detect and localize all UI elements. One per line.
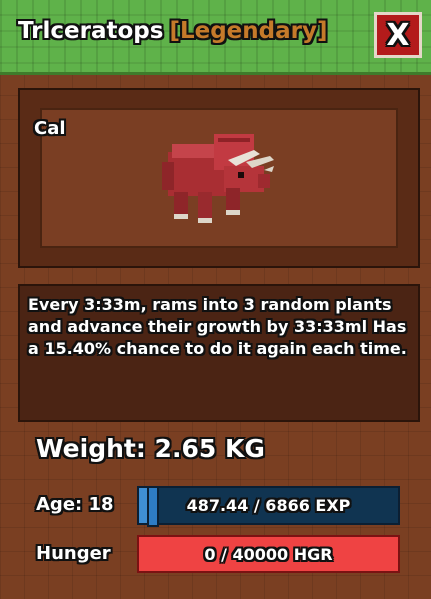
- exp-text: 487.44 / 6866 EXP: [186, 496, 351, 515]
- pet-species: Trlceratops: [18, 18, 164, 44]
- dino-foot-2: [198, 218, 212, 223]
- rarity-label: [Legendary]: [169, 18, 328, 44]
- dino-leg-2: [198, 192, 212, 220]
- dino-eye: [238, 172, 244, 178]
- dino-nose-horn: [264, 166, 274, 172]
- dino-leg-3: [226, 188, 240, 212]
- pet-name: Cal: [34, 118, 66, 139]
- exp-progress-bar: 487.44 / 6866 EXP: [137, 486, 400, 527]
- close-icon: X: [386, 17, 410, 53]
- dino-foot-3: [226, 210, 240, 215]
- age-label: Age: 18: [36, 494, 114, 515]
- hunger-text: 0 / 40000 HGR: [204, 544, 333, 564]
- dino-rear: [162, 162, 174, 190]
- title-bar: Trlceratops [Legendary] X: [0, 0, 431, 75]
- weight-label: Weight: 2.65 KG: [36, 434, 265, 463]
- dino-snout: [258, 174, 270, 188]
- dino-frill-edge: [218, 138, 250, 142]
- hunger-progress-bar: 0 / 40000 HGR: [137, 535, 400, 573]
- ability-description: Every 3:33m, rams into 3 random plants a…: [28, 295, 407, 358]
- hunger-label: Hunger: [36, 543, 111, 564]
- pet-info-window: { "header": { "pet_species": "Trlceratop…: [0, 0, 431, 599]
- pet-title: Trlceratops [Legendary]: [18, 18, 327, 44]
- dino-foot-1: [174, 214, 188, 219]
- triceratops-model-icon: [162, 134, 274, 223]
- dino-back: [172, 144, 214, 158]
- close-button[interactable]: X: [374, 12, 422, 58]
- dino-leg-1: [174, 192, 188, 216]
